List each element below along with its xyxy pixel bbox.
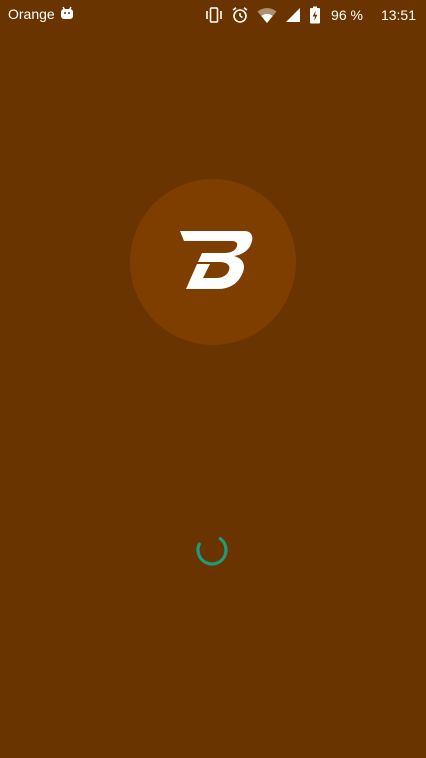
status-clock: 13:51 (380, 7, 416, 23)
logo-b-icon (180, 231, 253, 289)
android-notification-icon (61, 6, 73, 19)
status-icons: 96 % 13:51 (205, 5, 416, 25)
vibrate-icon (206, 7, 222, 23)
carrier-name: Orange (8, 6, 55, 22)
status-bar: Orange 96 % 13:51 (0, 0, 426, 30)
battery-percentage: 96 % (331, 7, 363, 23)
alarm-icon (232, 7, 248, 23)
cell-signal-icon (286, 8, 301, 22)
battery-charging-icon (310, 6, 321, 24)
loading-spinner-icon (196, 534, 228, 566)
app-logo (130, 179, 296, 345)
wifi-icon (257, 8, 277, 23)
